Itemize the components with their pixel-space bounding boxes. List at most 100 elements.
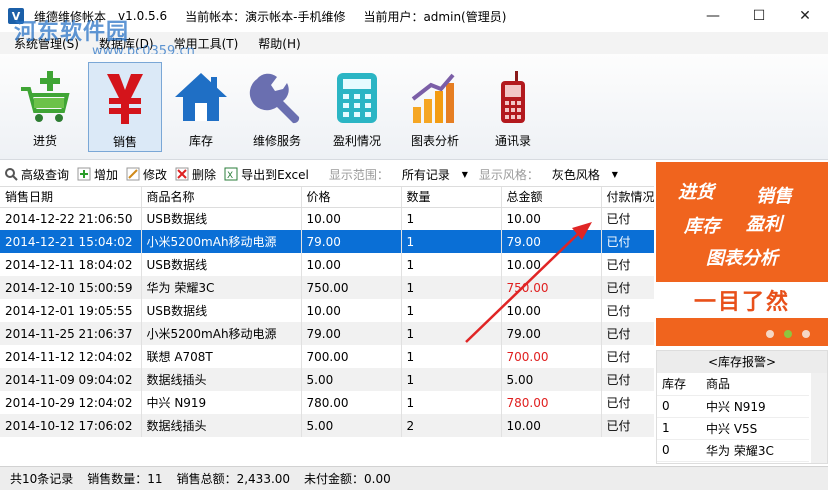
carousel-dot[interactable]: [802, 330, 810, 338]
stock-row[interactable]: 0华为 荣耀3C: [657, 439, 809, 462]
table-cell: 已付: [601, 230, 654, 253]
table-cell: 79.00: [501, 230, 602, 253]
close-button[interactable]: ✕: [782, 0, 828, 32]
table-cell: 1: [401, 299, 502, 322]
table-cell: 小米5200mAh移动电源: [141, 322, 302, 345]
range-select-value: 所有记录: [401, 167, 450, 182]
table-cell: 780.00: [301, 391, 402, 414]
table-cell: 10.00: [501, 207, 602, 230]
table-row[interactable]: 2014-10-12 17:06:02 数据线插头 5.00 2 10.00 已付: [0, 414, 654, 437]
delete-button[interactable]: 删除: [175, 166, 216, 183]
table-cell: 2014-11-25 21:06:37: [0, 322, 142, 345]
table-cell: 2014-12-01 19:05:55: [0, 299, 142, 322]
minimize-button[interactable]: —: [690, 0, 736, 32]
stock-cell: 0: [657, 461, 701, 463]
table-cell: 2014-12-21 15:04:02: [0, 230, 142, 253]
table-cell: 小米5200mAh移动电源: [141, 230, 302, 253]
toolbar-contacts-button[interactable]: 通讯录: [476, 62, 550, 152]
stock-scrollbar[interactable]: [811, 373, 827, 463]
delete-label: 删除: [192, 167, 217, 182]
column-header[interactable]: 销售日期: [0, 187, 142, 208]
export-excel-label: 导出到Excel: [241, 167, 309, 182]
edit-icon: [126, 167, 140, 181]
table-row[interactable]: 2014-12-01 19:05:55 USB数据线 10.00 1 10.00 已付: [0, 299, 654, 322]
banner-word: 进货: [678, 182, 714, 203]
table-cell: 已付: [601, 368, 654, 391]
sales-total-value: 2,433.00: [236, 471, 291, 486]
toolbar-repair-button[interactable]: 维修服务: [240, 62, 314, 152]
sales-qty-label: 销售数量：: [87, 472, 148, 486]
table-cell: 2014-11-12 12:04:02: [0, 345, 142, 368]
column-header[interactable]: 总金额: [501, 187, 602, 208]
table-row[interactable]: 2014-12-22 21:06:50 USB数据线 10.00 1 10.00 已付: [0, 207, 654, 230]
svg-text:X: X: [227, 171, 233, 181]
column-header[interactable]: 付款情况: [601, 187, 654, 208]
table-header: 销售日期 商品名称 价格 数量 总金额 付款情况: [0, 187, 654, 208]
menu-help[interactable]: 帮助(H): [248, 35, 310, 52]
maximize-button[interactable]: ☐: [736, 0, 782, 32]
export-excel-button[interactable]: X 导出到Excel: [224, 166, 309, 183]
table-cell: 数据线插头: [141, 414, 302, 437]
toolbar-purchase-button[interactable]: 进货: [8, 62, 82, 152]
stock-cell: 中兴 N919: [701, 395, 809, 418]
toolbar-chart-button[interactable]: 图表分析: [398, 62, 472, 152]
banner-word: 销售: [756, 186, 792, 207]
table-row[interactable]: 2014-10-29 12:04:02 中兴 N919 780.00 1 780.00 已…: [0, 391, 654, 414]
table-cell: 2014-11-09 09:04:02: [0, 368, 142, 391]
table-cell: 10.00: [301, 253, 402, 276]
phone-icon: [484, 66, 542, 128]
add-icon: [77, 167, 91, 181]
table-cell: 2014-12-11 18:04:02: [0, 253, 142, 276]
main-toolbar: 进货 销售 库存 维修服务 盈利情况 图表分析 通讯录: [0, 54, 828, 160]
toolbar-sales-button[interactable]: 销售: [88, 62, 162, 152]
edit-button[interactable]: 修改: [126, 166, 167, 183]
column-header[interactable]: 价格: [301, 187, 402, 208]
table-cell: 750.00: [501, 276, 602, 299]
table-row[interactable]: 2014-12-11 18:04:02 USB数据线 10.00 1 10.00 已付: [0, 253, 654, 276]
wrench-icon: [248, 66, 306, 128]
table-row[interactable]: 2014-11-12 12:04:02 联想 A708T 700.00 1 700.00…: [0, 345, 654, 368]
banner-word: 库存: [684, 216, 720, 237]
stock-row[interactable]: 0 中兴 N919: [657, 395, 809, 418]
table-row[interactable]: 2014-11-25 21:06:37 小米5200mAh移动电源 79.00 1 79…: [0, 322, 654, 345]
calculator-icon: [328, 66, 386, 128]
table-cell: 700.00: [501, 345, 602, 368]
secondary-toolbar: 高级查询 增加 修改 删除 X 导出到Excel 显示范围： 所有记录 ▼ 显示…: [0, 162, 654, 186]
table-cell: 已付: [601, 299, 654, 322]
table-cell: 10.00: [301, 207, 402, 230]
style-select[interactable]: 灰色风格 ▼: [546, 164, 623, 184]
current-user: 当前用户：admin(管理员): [363, 9, 507, 24]
add-button[interactable]: 增加: [77, 166, 118, 183]
table-row[interactable]: 2014-12-10 15:00:59 华为 荣耀3C 750.00 1 750.00 已…: [0, 276, 654, 299]
promo-banner[interactable]: 进货 销售 库存 盈利 图表分析 一目了然: [656, 162, 828, 346]
column-header[interactable]: 数量: [401, 187, 502, 208]
record-count: 共10条记录: [10, 472, 74, 486]
advanced-search-button[interactable]: 高级查询: [4, 166, 69, 183]
stock-row[interactable]: 1 中兴 V5S: [657, 417, 809, 440]
stock-row[interactable]: 0华为 荣耀3C: [657, 461, 809, 463]
toolbar-profit-button[interactable]: 盈利情况: [320, 62, 394, 152]
table-cell: 数据线插头: [141, 368, 302, 391]
bar-chart-icon: [406, 66, 464, 128]
toolbar-stock-button[interactable]: 库存: [164, 62, 238, 152]
carousel-dot[interactable]: [766, 330, 774, 338]
yen-icon: [96, 67, 154, 129]
table-cell: 5.00: [301, 414, 402, 437]
column-header[interactable]: 商品名称: [141, 187, 302, 208]
sales-table[interactable]: 销售日期 商品名称 价格 数量 总金额 付款情况 2014-12-22 21:0…: [0, 186, 654, 464]
table-cell: 2014-10-12 17:06:02: [0, 414, 142, 437]
table-cell: 10.00: [501, 253, 602, 276]
toolbar-contacts-label: 通讯录: [494, 134, 531, 148]
house-icon: [172, 66, 230, 128]
table-row[interactable]: 2014-12-21 15:04:02 小米5200mAh移动电源 79.00 1 79…: [0, 230, 654, 253]
range-select[interactable]: 所有记录 ▼: [396, 164, 473, 184]
table-row[interactable]: 2014-11-09 09:04:02 数据线插头 5.00 1 5.00 已付: [0, 368, 654, 391]
carousel-dot-active[interactable]: [784, 330, 792, 338]
sales-qty-value: 11: [147, 471, 163, 486]
stock-alert-panel: <库存报警> 库存 商品 0中兴 N9191中兴 V5S0华为 荣耀3C0华为 …: [656, 350, 828, 464]
add-label: 增加: [94, 167, 119, 182]
table-cell: 1: [401, 230, 502, 253]
toolbar-chart-label: 图表分析: [410, 134, 459, 148]
edit-label: 修改: [143, 167, 168, 182]
delete-icon: [175, 167, 189, 181]
